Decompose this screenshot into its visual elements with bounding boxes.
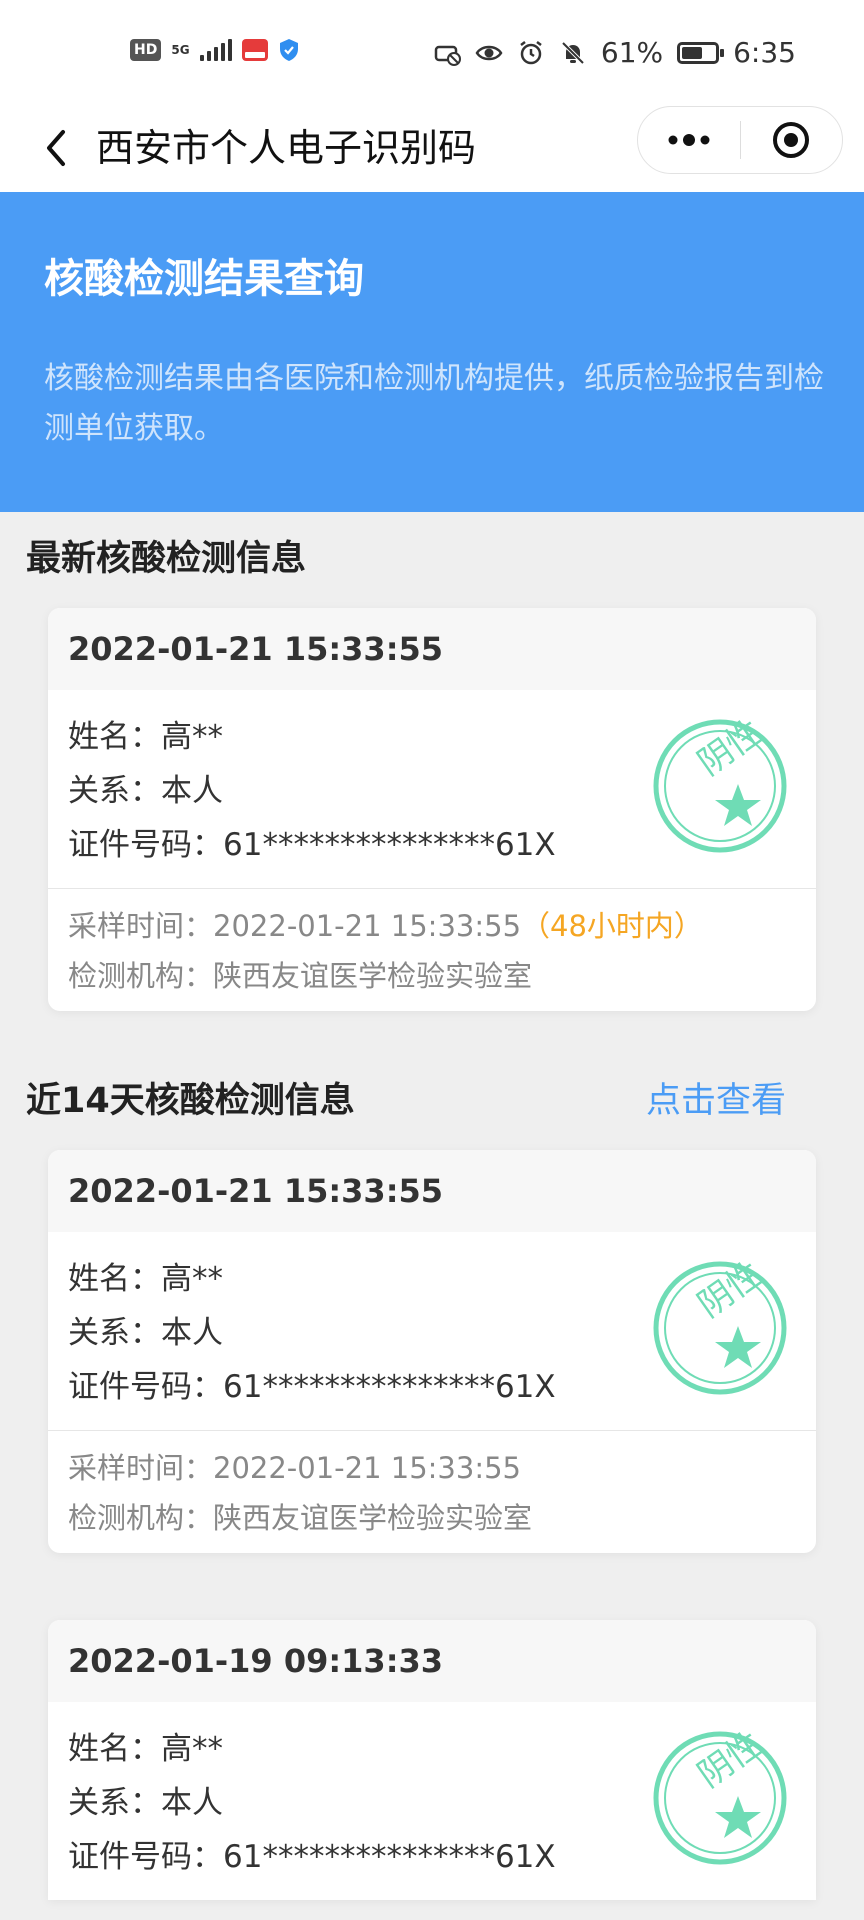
banner-description: 核酸检测结果由各医院和检测机构提供，纸质检验报告到检测单位获取。 [44,361,824,446]
card-footer: 采样时间：2022-01-21 15:33:55（48小时内） 检测机构：陕西友… [48,888,816,1011]
network-type: 5G [171,43,190,57]
test-datetime: 2022-01-21 15:33:55 [48,1150,816,1232]
sampling-label: 采样时间： [68,909,214,943]
sampling-time-row: 采样时间：2022-01-21 15:33:55（48小时内） [68,901,796,951]
chevron-left-icon [47,130,65,166]
car-mode-icon [434,45,461,66]
negative-result-stamp: 阴性 [653,718,787,853]
clock: 6:35 [733,36,796,69]
status-right: 61% 6:35 [433,36,796,69]
battery-icon [677,41,725,64]
more-dots-icon [668,134,710,146]
card-body: 姓名：高** 关系：本人 证件号码：61***************61X 阴… [48,1232,816,1430]
banner-title: 核酸检测结果查询 [44,256,364,302]
page-title: 西安市个人电子识别码 [96,126,477,170]
mini-program-capsule [637,106,843,174]
recent-test-card: 2022-01-21 15:33:55 姓名：高** 关系：本人 证件号码：61… [48,1150,816,1553]
card-body: 姓名：高** 关系：本人 证件号码：61***************61X 阴… [48,1702,816,1900]
card-body: 姓名：高** 关系：本人 证件号码：61***************61X 阴… [48,690,816,888]
sampling-time-row: 采样时间：2022-01-21 15:33:55 [68,1451,521,1485]
recent-section-title: 近14天核酸检测信息 [26,1081,355,1121]
battery-percent: 61% [600,36,664,69]
header-banner: 核酸检测结果查询 核酸检测结果由各医院和检测机构提供，纸质检验报告到检测单位获取… [0,192,864,512]
back-button[interactable] [28,120,84,176]
test-datetime: 2022-01-19 09:13:33 [48,1620,816,1702]
stamp-text: 阴性 [691,718,770,784]
test-datetime: 2022-01-21 15:33:55 [48,608,816,690]
stamp-text: 阴性 [691,1730,770,1796]
alarm-icon [520,40,542,64]
negative-result-stamp: 阴性 [653,1260,787,1395]
latest-section-title: 最新核酸检测信息 [26,539,307,579]
view-more-link[interactable]: 点击查看 [646,1072,786,1123]
institution-row: 检测机构：陕西友谊医学检验实验室 [68,1501,533,1535]
hd-badge: HD [130,39,162,61]
within-48h-note: （48小时内） [521,909,703,943]
notification-app-icon [241,39,268,61]
mute-bell-icon [561,41,585,64]
shield-icon [279,39,298,61]
card-footer: 采样时间：2022-01-21 15:33:55 检测机构：陕西友谊医学检验实验… [48,1430,816,1553]
sampling-time: 2022-01-21 15:33:55 [213,909,522,943]
stamp-text: 阴性 [691,1260,770,1326]
institution-row: 检测机构：陕西友谊医学检验实验室 [68,959,533,993]
signal-icon [199,39,232,61]
negative-result-stamp: 阴性 [653,1730,787,1865]
eye-icon [475,45,503,60]
status-bar: HD 5G 61% 6:35 [0,0,864,106]
latest-test-card: 2022-01-21 15:33:55 姓名：高** 关系：本人 证件号码：61… [48,608,816,1011]
nav-bar: 西安市个人电子识别码 [0,106,864,192]
close-mini-program-button[interactable] [741,107,843,173]
recent-test-card: 2022-01-19 09:13:33 姓名：高** 关系：本人 证件号码：61… [48,1620,816,1900]
status-left: HD 5G [130,38,300,62]
target-close-icon [773,122,810,158]
more-button[interactable] [638,107,740,173]
